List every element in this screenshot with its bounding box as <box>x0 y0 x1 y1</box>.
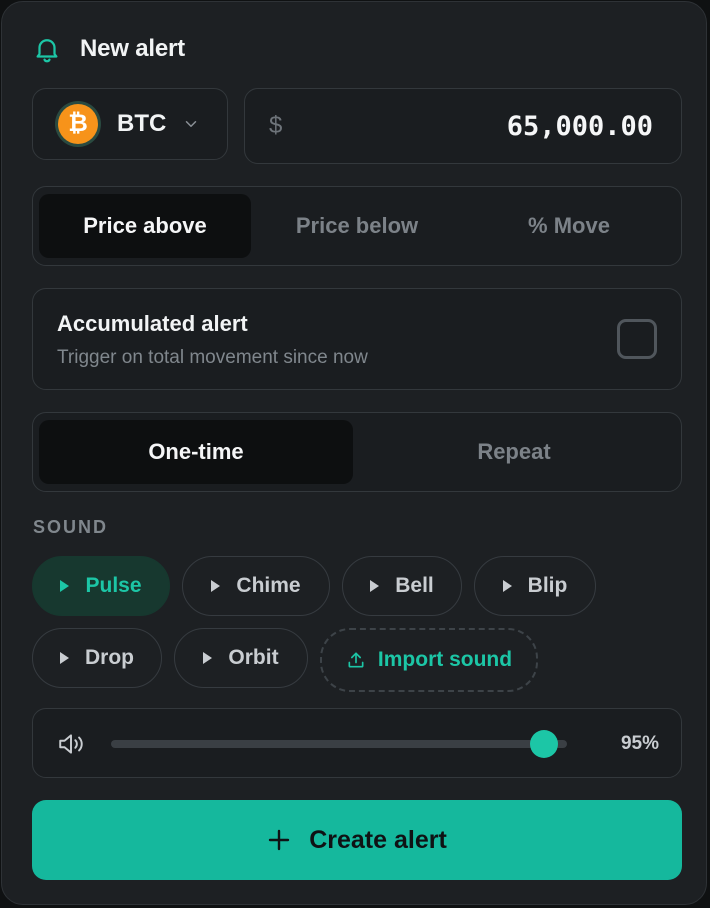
play-icon <box>60 580 70 592</box>
new-alert-panel: New alert ₿ BTC $ Price above Price belo… <box>1 1 707 905</box>
currency-symbol: $ <box>269 112 283 139</box>
accumulated-title: Accumulated alert <box>57 311 248 336</box>
import-sound-button[interactable]: Import sound <box>320 628 538 692</box>
btc-coin-icon: ₿ <box>55 101 101 147</box>
asset-selector[interactable]: ₿ BTC <box>32 88 228 160</box>
price-input[interactable] <box>282 109 681 143</box>
create-alert-button[interactable]: Create alert <box>32 800 682 880</box>
btc-logo: ₿ <box>58 104 98 144</box>
sound-section-label: SOUND <box>33 517 109 537</box>
condition-tabs: Price above Price below % Move <box>32 186 682 266</box>
frequency-tabs: One-time Repeat <box>32 412 682 492</box>
sound-option-bell[interactable]: Bell <box>342 556 462 616</box>
play-icon <box>370 580 380 592</box>
sound-option-orbit[interactable]: Orbit <box>174 628 308 688</box>
sound-option-label: Drop <box>85 646 134 669</box>
chevron-down-icon <box>186 121 197 127</box>
play-icon <box>502 580 512 592</box>
tab-price-below[interactable]: Price below <box>251 194 463 258</box>
sound-option-label: Blip <box>527 574 568 597</box>
tab-percent-move[interactable]: % Move <box>463 194 675 258</box>
plus-icon <box>269 829 290 851</box>
sound-option-label: Chime <box>236 574 301 597</box>
sound-option-label: Bell <box>395 574 434 597</box>
bell-icon <box>36 39 58 63</box>
panel-title: New alert <box>80 35 185 62</box>
import-sound-label: Import sound <box>377 648 513 671</box>
accumulated-alert-card: Accumulated alert Trigger on total movem… <box>32 288 682 390</box>
sound-option-chime[interactable]: Chime <box>182 556 330 616</box>
play-icon <box>203 652 213 664</box>
tab-repeat[interactable]: Repeat <box>353 420 675 484</box>
create-alert-label: Create alert <box>309 825 447 854</box>
panel-header: New alert <box>32 30 185 68</box>
volume-percent: 95% <box>620 733 659 754</box>
volume-slider[interactable] <box>111 740 567 748</box>
tab-price-above[interactable]: Price above <box>39 194 251 258</box>
accumulated-subtitle: Trigger on total movement since now <box>57 347 368 368</box>
play-icon <box>211 580 221 592</box>
price-field: $ <box>244 88 682 164</box>
volume-control: 95% <box>32 708 682 778</box>
play-icon <box>60 652 69 664</box>
volume-slider-thumb[interactable] <box>530 730 559 758</box>
sound-option-label: Orbit <box>228 646 279 669</box>
accumulated-checkbox[interactable] <box>617 319 657 359</box>
sound-option-pulse[interactable]: Pulse <box>32 556 170 616</box>
sound-option-label: Pulse <box>85 574 142 597</box>
speaker-icon <box>59 734 83 754</box>
sound-option-blip[interactable]: Blip <box>474 556 596 616</box>
sound-option-drop[interactable]: Drop <box>32 628 162 688</box>
asset-symbol: BTC <box>117 110 167 137</box>
tab-one-time[interactable]: One-time <box>39 420 353 484</box>
upload-icon <box>348 652 364 668</box>
